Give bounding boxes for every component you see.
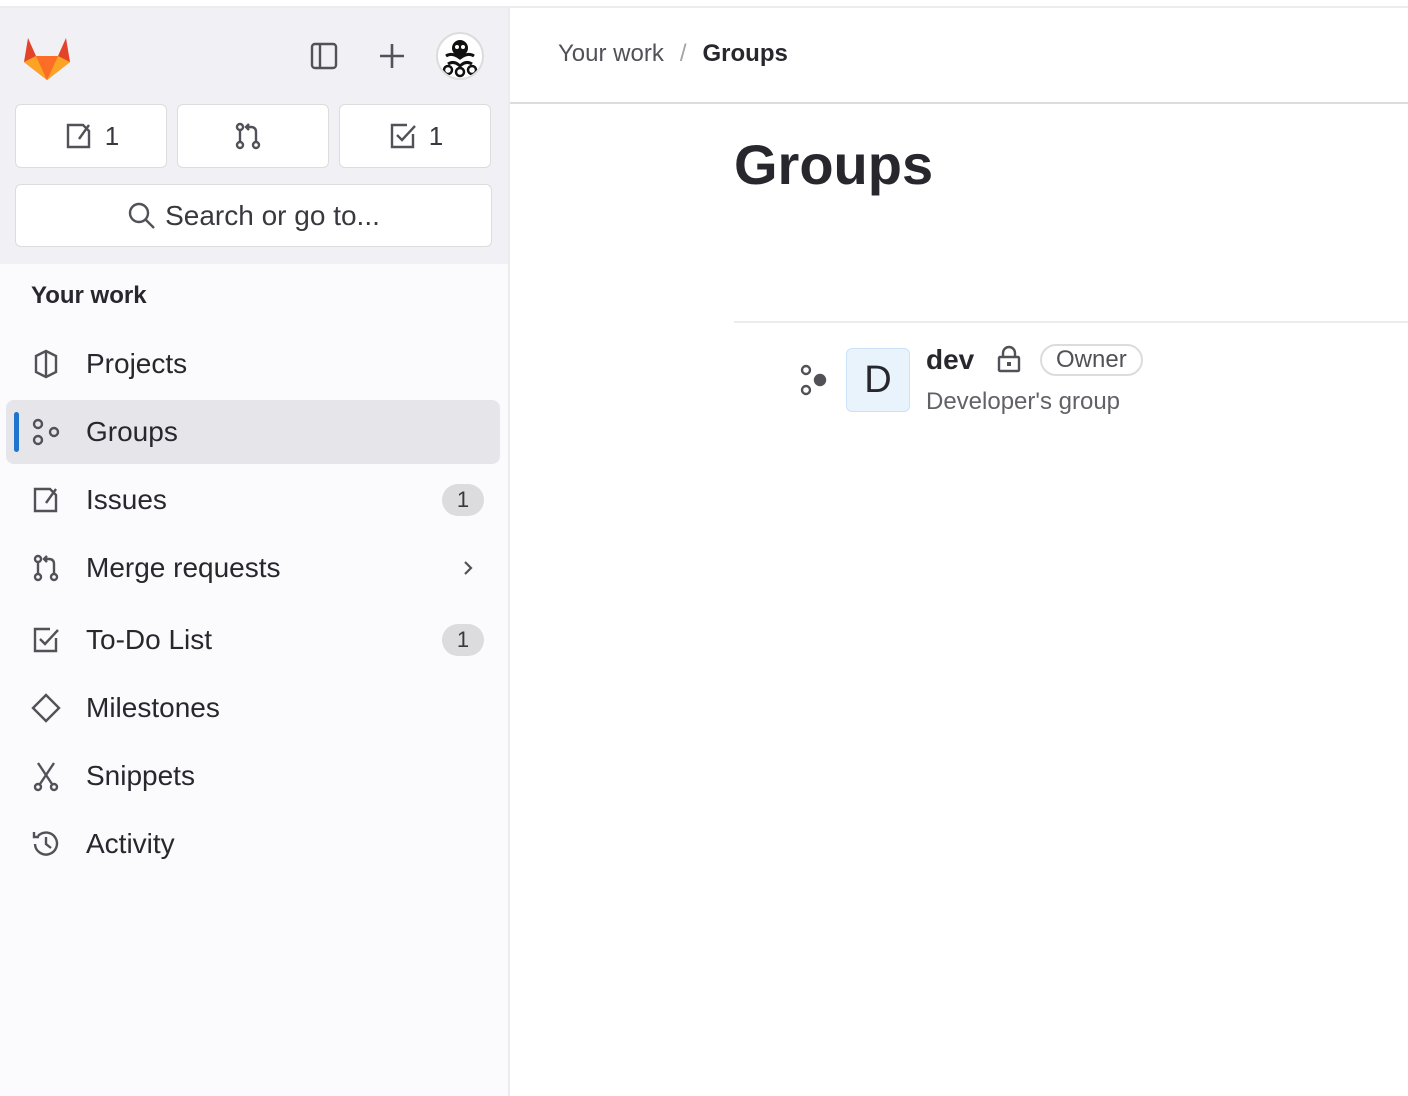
sidebar-item-label: Snippets [86,760,195,791]
top-border [0,0,1408,8]
subgroup-icon [800,364,827,396]
history-icon [32,831,59,856]
breadcrumb-separator: / [679,40,687,67]
sidebar-item-label: Merge requests [86,552,281,583]
sidebar-item-todo-list[interactable]: To-Do List 1 [6,608,500,672]
breadcrumb: Your work / Groups [558,40,788,68]
sidebar-item-issues[interactable]: Issues 1 [6,468,500,532]
sidebar-item-label: Groups [86,416,178,447]
issues-icon [66,123,90,149]
user-avatar[interactable] [436,32,484,80]
issues-counter-button[interactable]: 1 [15,104,167,168]
page-title: Groups [734,133,934,196]
lock-icon [997,345,1021,373]
breadcrumb-your-work-link[interactable]: Your work [558,40,664,68]
project-icon [34,349,58,379]
sidebar-item-label: Issues [86,484,167,515]
sidebar-item-label: Activity [86,828,175,859]
sidebar-item-label: To-Do List [86,624,213,655]
group-icon [32,418,60,446]
group-row[interactable]: D dev Owner Developer's group [734,340,1408,420]
sidebar-item-activity[interactable]: Activity [6,812,500,876]
gitlab-logo-icon[interactable] [20,30,74,82]
search-placeholder: Search or go to... [165,199,380,231]
todo-badge: 1 [442,624,484,656]
group-description: Developer's group [926,388,1121,415]
sidebar-toggle-icon[interactable] [306,38,342,74]
todo-counter-button[interactable]: 1 [339,104,491,168]
issues-icon [33,487,58,513]
group-avatar[interactable]: D [846,348,910,412]
merge-requests-counter-button[interactable] [177,104,329,168]
sidebar-item-milestones[interactable]: Milestones [6,676,500,740]
sidebar-item-projects[interactable]: Projects [6,332,500,396]
chevron-right-icon[interactable] [458,558,478,578]
header-divider [510,102,1408,104]
create-new-plus-icon[interactable] [374,38,410,74]
sidebar-item-merge-requests[interactable]: Merge requests [6,536,500,600]
merge-request-icon [235,122,261,150]
sidebar-item-snippets[interactable]: Snippets [6,744,500,808]
group-name-link[interactable]: dev [926,344,974,376]
todo-icon [390,123,416,149]
sidebar: 1 1 Search or go to... Your work Project… [0,8,510,1096]
section-title: Your work [31,282,147,309]
snippet-icon [33,762,59,792]
breadcrumb-groups-link[interactable]: Groups [703,40,788,68]
milestone-icon [31,693,61,723]
todo-count: 1 [428,120,444,151]
sidebar-item-label: Projects [86,348,188,379]
issues-badge: 1 [442,484,484,516]
search-button[interactable]: Search or go to... [15,184,492,247]
issues-count: 1 [104,120,120,151]
role-badge: Owner [1040,344,1143,376]
list-divider [734,321,1408,323]
search-icon [128,202,155,229]
sidebar-item-label: Milestones [86,692,220,723]
merge-request-icon [33,554,59,582]
sidebar-item-groups[interactable]: Groups [6,400,500,464]
sidebar-header: 1 1 Search or go to... [0,8,508,264]
todo-icon [33,627,59,653]
